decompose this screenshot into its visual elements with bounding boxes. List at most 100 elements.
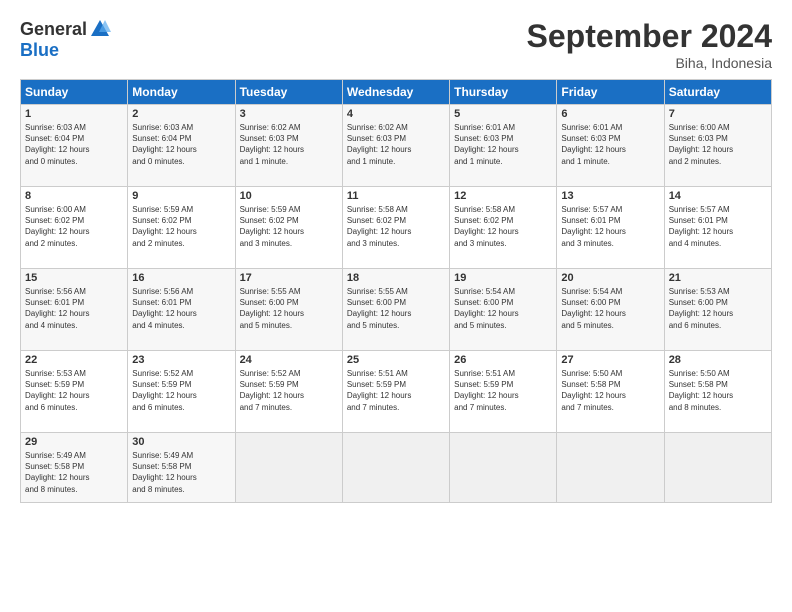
header-row: Sunday Monday Tuesday Wednesday Thursday… xyxy=(21,80,772,105)
col-friday: Friday xyxy=(557,80,664,105)
day-info: Sunrise: 5:49 AMSunset: 5:58 PMDaylight:… xyxy=(25,451,89,494)
table-cell xyxy=(450,433,557,503)
table-cell: 21 Sunrise: 5:53 AMSunset: 6:00 PMDaylig… xyxy=(664,269,771,351)
title-area: September 2024 Biha, Indonesia xyxy=(527,18,772,71)
table-cell xyxy=(235,433,342,503)
table-cell: 25 Sunrise: 5:51 AMSunset: 5:59 PMDaylig… xyxy=(342,351,449,433)
day-info: Sunrise: 5:57 AMSunset: 6:01 PMDaylight:… xyxy=(561,205,625,248)
day-info: Sunrise: 5:57 AMSunset: 6:01 PMDaylight:… xyxy=(669,205,733,248)
day-number: 5 xyxy=(454,108,552,120)
day-number: 26 xyxy=(454,354,552,366)
table-cell: 4 Sunrise: 6:02 AMSunset: 6:03 PMDayligh… xyxy=(342,105,449,187)
day-info: Sunrise: 5:51 AMSunset: 5:59 PMDaylight:… xyxy=(347,369,411,412)
table-cell: 27 Sunrise: 5:50 AMSunset: 5:58 PMDaylig… xyxy=(557,351,664,433)
table-cell: 8 Sunrise: 6:00 AMSunset: 6:02 PMDayligh… xyxy=(21,187,128,269)
calendar-page: General Blue September 2024 Biha, Indone… xyxy=(0,0,792,612)
day-info: Sunrise: 5:58 AMSunset: 6:02 PMDaylight:… xyxy=(347,205,411,248)
day-number: 8 xyxy=(25,190,123,202)
table-cell: 28 Sunrise: 5:50 AMSunset: 5:58 PMDaylig… xyxy=(664,351,771,433)
day-info: Sunrise: 6:02 AMSunset: 6:03 PMDaylight:… xyxy=(240,123,304,166)
table-cell: 3 Sunrise: 6:02 AMSunset: 6:03 PMDayligh… xyxy=(235,105,342,187)
day-info: Sunrise: 5:55 AMSunset: 6:00 PMDaylight:… xyxy=(240,287,304,330)
table-cell: 5 Sunrise: 6:01 AMSunset: 6:03 PMDayligh… xyxy=(450,105,557,187)
day-number: 18 xyxy=(347,272,445,284)
table-cell: 22 Sunrise: 5:53 AMSunset: 5:59 PMDaylig… xyxy=(21,351,128,433)
location: Biha, Indonesia xyxy=(527,55,772,71)
table-cell: 9 Sunrise: 5:59 AMSunset: 6:02 PMDayligh… xyxy=(128,187,235,269)
table-cell: 20 Sunrise: 5:54 AMSunset: 6:00 PMDaylig… xyxy=(557,269,664,351)
day-number: 24 xyxy=(240,354,338,366)
day-number: 15 xyxy=(25,272,123,284)
col-wednesday: Wednesday xyxy=(342,80,449,105)
col-tuesday: Tuesday xyxy=(235,80,342,105)
day-number: 4 xyxy=(347,108,445,120)
table-cell: 19 Sunrise: 5:54 AMSunset: 6:00 PMDaylig… xyxy=(450,269,557,351)
table-cell: 14 Sunrise: 5:57 AMSunset: 6:01 PMDaylig… xyxy=(664,187,771,269)
table-cell xyxy=(557,433,664,503)
day-number: 14 xyxy=(669,190,767,202)
day-number: 19 xyxy=(454,272,552,284)
day-number: 16 xyxy=(132,272,230,284)
logo-blue-text: Blue xyxy=(20,40,59,61)
day-info: Sunrise: 6:00 AMSunset: 6:03 PMDaylight:… xyxy=(669,123,733,166)
day-info: Sunrise: 5:58 AMSunset: 6:02 PMDaylight:… xyxy=(454,205,518,248)
day-number: 30 xyxy=(132,436,230,448)
table-cell: 26 Sunrise: 5:51 AMSunset: 5:59 PMDaylig… xyxy=(450,351,557,433)
day-info: Sunrise: 6:01 AMSunset: 6:03 PMDaylight:… xyxy=(454,123,518,166)
col-thursday: Thursday xyxy=(450,80,557,105)
col-sunday: Sunday xyxy=(21,80,128,105)
table-cell xyxy=(342,433,449,503)
day-number: 12 xyxy=(454,190,552,202)
day-number: 7 xyxy=(669,108,767,120)
day-number: 6 xyxy=(561,108,659,120)
table-cell: 30 Sunrise: 5:49 AMSunset: 5:58 PMDaylig… xyxy=(128,433,235,503)
day-number: 10 xyxy=(240,190,338,202)
day-info: Sunrise: 5:53 AMSunset: 6:00 PMDaylight:… xyxy=(669,287,733,330)
day-info: Sunrise: 6:02 AMSunset: 6:03 PMDaylight:… xyxy=(347,123,411,166)
month-title: September 2024 xyxy=(527,18,772,55)
day-number: 25 xyxy=(347,354,445,366)
day-info: Sunrise: 5:55 AMSunset: 6:00 PMDaylight:… xyxy=(347,287,411,330)
table-cell: 7 Sunrise: 6:00 AMSunset: 6:03 PMDayligh… xyxy=(664,105,771,187)
table-cell: 12 Sunrise: 5:58 AMSunset: 6:02 PMDaylig… xyxy=(450,187,557,269)
table-cell: 18 Sunrise: 5:55 AMSunset: 6:00 PMDaylig… xyxy=(342,269,449,351)
day-info: Sunrise: 5:50 AMSunset: 5:58 PMDaylight:… xyxy=(669,369,733,412)
day-info: Sunrise: 5:52 AMSunset: 5:59 PMDaylight:… xyxy=(240,369,304,412)
col-monday: Monday xyxy=(128,80,235,105)
day-number: 28 xyxy=(669,354,767,366)
day-info: Sunrise: 5:54 AMSunset: 6:00 PMDaylight:… xyxy=(454,287,518,330)
logo: General Blue xyxy=(20,18,111,61)
table-cell: 10 Sunrise: 5:59 AMSunset: 6:02 PMDaylig… xyxy=(235,187,342,269)
table-cell: 29 Sunrise: 5:49 AMSunset: 5:58 PMDaylig… xyxy=(21,433,128,503)
day-number: 21 xyxy=(669,272,767,284)
col-saturday: Saturday xyxy=(664,80,771,105)
day-info: Sunrise: 5:50 AMSunset: 5:58 PMDaylight:… xyxy=(561,369,625,412)
table-cell xyxy=(664,433,771,503)
table-cell: 11 Sunrise: 5:58 AMSunset: 6:02 PMDaylig… xyxy=(342,187,449,269)
day-number: 11 xyxy=(347,190,445,202)
day-number: 17 xyxy=(240,272,338,284)
table-cell: 6 Sunrise: 6:01 AMSunset: 6:03 PMDayligh… xyxy=(557,105,664,187)
table-cell: 13 Sunrise: 5:57 AMSunset: 6:01 PMDaylig… xyxy=(557,187,664,269)
day-number: 13 xyxy=(561,190,659,202)
calendar-table: Sunday Monday Tuesday Wednesday Thursday… xyxy=(20,79,772,503)
table-cell: 17 Sunrise: 5:55 AMSunset: 6:00 PMDaylig… xyxy=(235,269,342,351)
day-number: 20 xyxy=(561,272,659,284)
day-number: 22 xyxy=(25,354,123,366)
day-info: Sunrise: 5:59 AMSunset: 6:02 PMDaylight:… xyxy=(240,205,304,248)
day-info: Sunrise: 6:00 AMSunset: 6:02 PMDaylight:… xyxy=(25,205,89,248)
day-info: Sunrise: 6:03 AMSunset: 6:04 PMDaylight:… xyxy=(132,123,196,166)
day-info: Sunrise: 5:53 AMSunset: 5:59 PMDaylight:… xyxy=(25,369,89,412)
day-info: Sunrise: 5:56 AMSunset: 6:01 PMDaylight:… xyxy=(132,287,196,330)
day-number: 9 xyxy=(132,190,230,202)
day-number: 23 xyxy=(132,354,230,366)
day-info: Sunrise: 5:59 AMSunset: 6:02 PMDaylight:… xyxy=(132,205,196,248)
day-number: 27 xyxy=(561,354,659,366)
day-info: Sunrise: 5:54 AMSunset: 6:00 PMDaylight:… xyxy=(561,287,625,330)
table-cell: 1 Sunrise: 6:03 AMSunset: 6:04 PMDayligh… xyxy=(21,105,128,187)
header: General Blue September 2024 Biha, Indone… xyxy=(20,18,772,71)
day-number: 29 xyxy=(25,436,123,448)
day-info: Sunrise: 5:49 AMSunset: 5:58 PMDaylight:… xyxy=(132,451,196,494)
day-info: Sunrise: 5:52 AMSunset: 5:59 PMDaylight:… xyxy=(132,369,196,412)
table-cell: 24 Sunrise: 5:52 AMSunset: 5:59 PMDaylig… xyxy=(235,351,342,433)
